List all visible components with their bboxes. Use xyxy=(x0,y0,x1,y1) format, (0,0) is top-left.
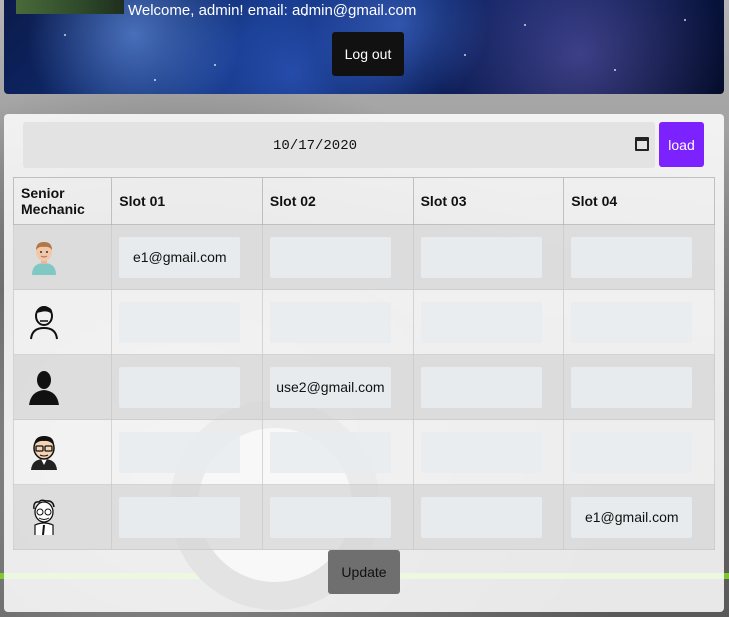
slot-cell[interactable] xyxy=(420,431,542,473)
schedule-panel: 10/17/2020 load Senior Mechanic Slot 01 … xyxy=(4,114,724,612)
slot-cell[interactable] xyxy=(269,496,391,538)
header-banner: Welcome, admin! email: admin@gmail.com L… xyxy=(4,0,724,94)
slot-cell[interactable]: e1@gmail.com xyxy=(119,236,241,278)
mechanic-cell xyxy=(12,224,113,290)
slot-cell[interactable] xyxy=(119,366,241,408)
mechanic-cell xyxy=(12,419,113,485)
slot-cell[interactable] xyxy=(571,431,693,473)
mechanic-cell xyxy=(12,289,113,355)
table-row: use2@gmail.com xyxy=(12,354,715,420)
slot-cell[interactable]: e1@gmail.com xyxy=(571,496,693,538)
mechanic-cell xyxy=(12,484,113,550)
slot-cell[interactable] xyxy=(571,236,693,278)
slot-cell[interactable] xyxy=(119,496,241,538)
slot-cell[interactable] xyxy=(571,366,693,408)
column-header-senior-mechanic: Senior Mechanic xyxy=(12,177,113,225)
date-value: 10/17/2020 xyxy=(273,138,358,154)
logout-button[interactable]: Log out xyxy=(332,32,404,76)
column-header-slot-03: Slot 03 xyxy=(412,177,565,225)
mechanic-avatar-sketch-icon xyxy=(33,499,55,535)
mechanic-avatar-glasses-icon xyxy=(31,436,57,470)
slot-cell[interactable] xyxy=(420,366,542,408)
slot-cell[interactable] xyxy=(420,301,542,343)
table-row xyxy=(12,289,715,355)
slot-cell[interactable] xyxy=(119,431,241,473)
table-row xyxy=(12,419,715,485)
slot-cell[interactable] xyxy=(571,301,693,343)
table-row: e1@gmail.com xyxy=(12,484,715,550)
slot-cell[interactable] xyxy=(269,236,391,278)
slot-cell[interactable] xyxy=(420,236,542,278)
schedule-table: Senior Mechanic Slot 01 Slot 02 Slot 03 … xyxy=(12,177,715,550)
load-button[interactable]: load xyxy=(659,122,704,167)
table-row: e1@gmail.com xyxy=(12,224,715,290)
user-avatar xyxy=(16,0,124,14)
mechanic-avatar-outline-icon xyxy=(30,306,58,340)
slot-cell[interactable]: use2@gmail.com xyxy=(269,366,391,408)
column-header-slot-01: Slot 01 xyxy=(111,177,263,225)
mechanic-cell xyxy=(12,354,113,420)
calendar-icon[interactable] xyxy=(635,137,649,151)
welcome-text: Welcome, admin! email: admin@gmail.com xyxy=(128,2,417,19)
update-button[interactable]: Update xyxy=(328,550,400,594)
slot-cell[interactable] xyxy=(420,496,542,538)
column-header-slot-04: Slot 04 xyxy=(563,177,715,225)
slot-cell[interactable] xyxy=(269,301,391,343)
mechanic-avatar-silhouette-icon xyxy=(29,371,59,405)
mechanic-avatar-man-icon xyxy=(32,242,56,275)
date-input[interactable]: 10/17/2020 xyxy=(23,122,655,168)
slot-cell[interactable] xyxy=(269,431,391,473)
slot-cell[interactable] xyxy=(119,301,241,343)
table-header-row: Senior Mechanic Slot 01 Slot 02 Slot 03 … xyxy=(12,177,715,225)
column-header-slot-02: Slot 02 xyxy=(261,177,414,225)
